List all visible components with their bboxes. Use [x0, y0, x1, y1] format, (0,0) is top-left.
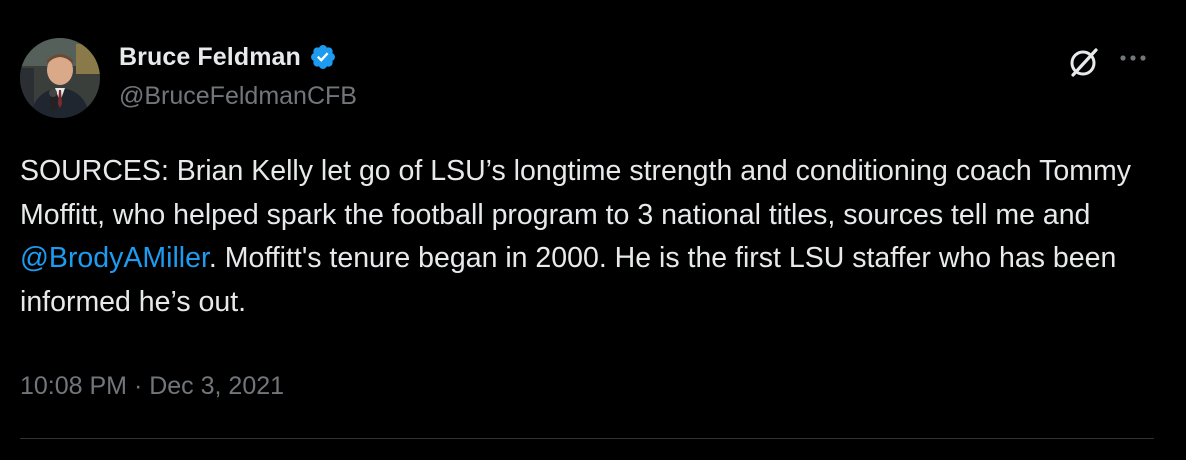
- author-display-name[interactable]: Bruce Feldman: [119, 43, 301, 72]
- tweet-text-part: SOURCES: Brian Kelly let go of LSU’s lon…: [20, 155, 1131, 231]
- author-name-row[interactable]: Bruce Feldman: [119, 40, 337, 74]
- grok-icon[interactable]: [1064, 42, 1104, 82]
- tweet: Bruce Feldman @BruceFeldmanCFB SOURCES: …: [0, 0, 1186, 460]
- avatar[interactable]: [20, 38, 100, 118]
- tweet-timestamp[interactable]: 10:08 PM · Dec 3, 2021: [20, 372, 284, 401]
- verified-badge-icon[interactable]: [309, 43, 337, 71]
- tweet-text: SOURCES: Brian Kelly let go of LSU’s lon…: [20, 150, 1166, 324]
- author-handle[interactable]: @BruceFeldmanCFB: [119, 82, 357, 111]
- more-icon[interactable]: [1118, 50, 1148, 66]
- divider: [20, 438, 1154, 439]
- mention-link[interactable]: @BrodyAMiller: [20, 242, 209, 274]
